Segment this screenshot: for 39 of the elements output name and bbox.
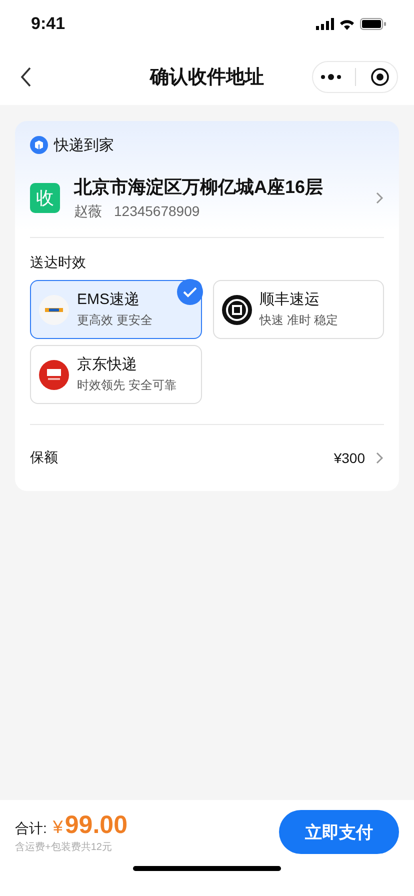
logo-icon xyxy=(222,294,252,324)
back-icon[interactable] xyxy=(20,66,32,86)
carrier-description: 快速 准时 稳定 xyxy=(260,312,338,329)
more-icon[interactable] xyxy=(320,72,342,80)
recipient-phone: 12345678909 xyxy=(114,203,200,219)
address-row[interactable]: 收 北京市海淀区万柳亿城A座16层 赵薇 12345678909 xyxy=(30,157,384,237)
logo-icon xyxy=(39,360,69,390)
carrier-description: 时效领先 安全可靠 xyxy=(77,377,176,394)
insurance-value: ¥300 xyxy=(334,450,365,466)
close-icon[interactable] xyxy=(370,66,390,86)
page-title: 确认收件地址 xyxy=(150,66,264,90)
receive-badge: 收 xyxy=(30,183,60,213)
address-text: 北京市海淀区万柳亿城A座16层 xyxy=(74,176,324,199)
chevron-right-icon xyxy=(375,191,384,205)
battery-icon xyxy=(360,18,386,30)
carrier-name: 顺丰速运 xyxy=(260,290,320,309)
insurance-label: 保额 xyxy=(30,449,59,467)
carrier-option[interactable]: 顺丰速运 快速 准时 稳定 xyxy=(212,280,384,339)
fee-note: 含运费+包装费共12元 xyxy=(15,840,113,854)
chevron-right-icon xyxy=(375,451,384,465)
signal-icon xyxy=(316,18,334,30)
carrier-description: 更高效 更安全 xyxy=(77,312,152,329)
wifi-icon xyxy=(339,18,355,30)
insurance-row[interactable]: 保额 ¥300 xyxy=(30,425,384,491)
card-header: 快递到家 xyxy=(54,136,114,154)
currency-symbol: ¥ xyxy=(52,816,63,838)
status-time: 9:41 xyxy=(31,14,66,34)
recipient-name: 赵薇 xyxy=(74,203,102,219)
box-icon xyxy=(30,136,48,154)
carrier-name: 京东快递 xyxy=(77,355,138,374)
check-icon xyxy=(176,279,202,305)
pay-button[interactable]: 立即支付 xyxy=(279,810,399,854)
carrier-name: EMS速递 xyxy=(77,290,141,309)
logo-icon xyxy=(39,294,69,324)
section-title: 送达时效 xyxy=(30,254,87,272)
total-label: 合计: xyxy=(15,820,47,838)
carrier-option[interactable]: 京东快递 时效领先 安全可靠 xyxy=(30,345,202,404)
carrier-option[interactable]: EMS速递 更高效 更安全 xyxy=(30,280,202,339)
total-amount: 99.00 xyxy=(64,810,128,840)
